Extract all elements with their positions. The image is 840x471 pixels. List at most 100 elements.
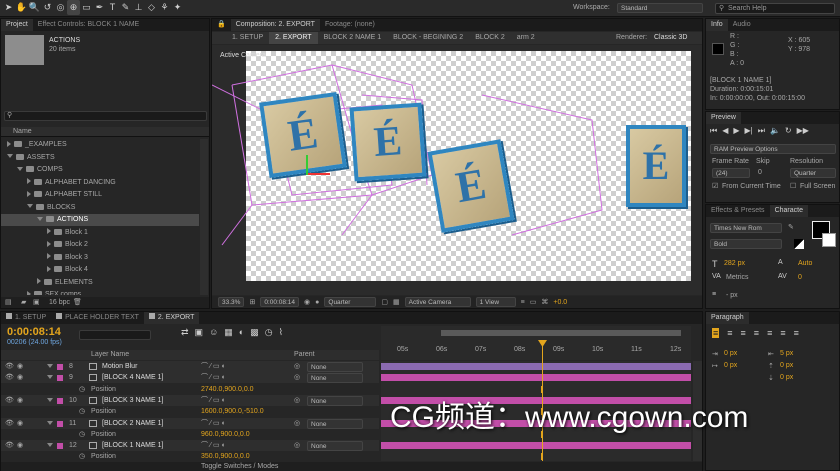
- project-item[interactable]: Block 3: [1, 252, 199, 264]
- tab-2-export[interactable]: 2. EXPORT: [143, 312, 200, 324]
- parent-select[interactable]: None: [307, 362, 363, 372]
- parent-select[interactable]: None: [307, 441, 363, 452]
- layer-name[interactable]: Motion Blur: [102, 361, 137, 372]
- breadcrumb-item[interactable]: BLOCK - BEGINING 2: [387, 32, 469, 44]
- audio-toggle-icon[interactable]: ◉: [17, 372, 23, 383]
- expand-closed-icon[interactable]: [27, 178, 31, 185]
- resolution-select[interactable]: Quarter: [790, 168, 836, 178]
- project-item[interactable]: BLOCKS: [1, 202, 199, 214]
- full-screen-checkbox[interactable]: ☐: [790, 182, 796, 190]
- layer-duration-bar[interactable]: [381, 374, 691, 382]
- project-item[interactable]: ALPHABET STILL: [1, 189, 199, 201]
- label-color-box[interactable]: [57, 375, 63, 382]
- layer-switches[interactable]: ⌒ ⁄ ▭ ◐: [201, 361, 226, 372]
- expand-closed-icon[interactable]: [47, 253, 51, 260]
- stroke-color-swatch[interactable]: [822, 233, 836, 247]
- timeline-search-input[interactable]: [79, 330, 151, 340]
- first-frame-icon[interactable]: ⏮: [710, 126, 717, 136]
- pan-behind-tool-icon[interactable]: ⊕: [67, 0, 80, 15]
- tab-footage[interactable]: Footage: (none): [320, 19, 380, 31]
- lock-icon[interactable]: 🔒: [212, 19, 231, 31]
- parent-icon[interactable]: ◎: [294, 372, 300, 383]
- work-area-bar[interactable]: [441, 330, 681, 336]
- project-item[interactable]: ACTIONS: [1, 214, 199, 226]
- pen-tool-icon[interactable]: ✒: [93, 0, 106, 15]
- resolution-select[interactable]: Quarter: [324, 297, 377, 307]
- tab-project[interactable]: Project: [1, 19, 33, 31]
- block-cube-4[interactable]: É: [626, 125, 686, 207]
- project-item[interactable]: SFX comps: [1, 289, 199, 295]
- block-cube-3[interactable]: É: [427, 139, 515, 233]
- font-family-select[interactable]: Times New Rom: [710, 223, 782, 233]
- indent-first-value[interactable]: 0 px: [724, 362, 737, 369]
- comp-viewer[interactable]: Active Camera É É É É: [212, 45, 702, 295]
- motion-blur-icon[interactable]: ◐: [239, 327, 244, 338]
- layer-switches[interactable]: ⌒ ⁄ ▭ ◐: [201, 395, 226, 406]
- exposure-value[interactable]: +0.0: [553, 299, 567, 306]
- project-item[interactable]: ELEMENTS: [1, 277, 199, 289]
- draft-3d-icon[interactable]: ▣: [195, 327, 204, 338]
- project-search-input[interactable]: ⚲: [4, 111, 207, 121]
- project-item[interactable]: _EXAMPLES: [1, 139, 199, 151]
- snapshot-icon[interactable]: ◉: [304, 298, 310, 306]
- audio-toggle-icon[interactable]: ◉: [17, 418, 23, 429]
- layer-name[interactable]: [BLOCK 2 NAME 1]: [102, 418, 163, 429]
- property-value[interactable]: 1600.0,900.0,-510.0: [201, 406, 264, 417]
- stopwatch-icon[interactable]: ◷: [79, 429, 85, 440]
- expand-closed-icon[interactable]: [7, 140, 11, 147]
- current-time-display[interactable]: 0:00:08:14: [260, 297, 300, 307]
- expand-open-icon[interactable]: [7, 154, 13, 159]
- from-current-checkbox[interactable]: ☑: [712, 182, 718, 190]
- expand-closed-icon[interactable]: [27, 290, 31, 295]
- layer-switches[interactable]: ⌒ ⁄ ▭ ◐: [201, 372, 226, 383]
- zoom-select[interactable]: 33.3%: [218, 297, 245, 307]
- selection-tool-icon[interactable]: ➤: [2, 0, 15, 15]
- audio-icon[interactable]: 🔈: [770, 126, 780, 136]
- toggle-switches-modes[interactable]: Toggle Switches / Modes: [201, 462, 278, 471]
- new-comp-icon[interactable]: ▣: [33, 297, 40, 308]
- property-row[interactable]: ◷ Position 1600.0,900.0,-510.0: [1, 406, 379, 417]
- expand-closed-icon[interactable]: [47, 228, 51, 235]
- parent-select[interactable]: None: [307, 418, 363, 429]
- space-before-value[interactable]: 0 px: [780, 362, 793, 369]
- clone-tool-icon[interactable]: ⊥: [132, 0, 145, 15]
- tab-effects-presets[interactable]: Effects & Presets: [706, 205, 770, 217]
- parent-icon[interactable]: ◎: [294, 440, 300, 451]
- views-select[interactable]: 1 View: [475, 297, 516, 307]
- align-center-icon[interactable]: ≡: [727, 328, 732, 338]
- last-frame-icon[interactable]: ⏭: [758, 126, 765, 136]
- puppet-tool-icon[interactable]: ✦: [171, 0, 184, 15]
- tab-paragraph[interactable]: Paragraph: [706, 312, 749, 324]
- layer-switches[interactable]: ⌒ ⁄ ▭ ◐: [201, 440, 226, 451]
- parent-icon[interactable]: ◎: [294, 361, 300, 372]
- expand-open-icon[interactable]: [27, 204, 33, 209]
- tab-placeholder-text[interactable]: PLACE HOLDER TEXT: [51, 312, 144, 324]
- parent-select[interactable]: None: [307, 395, 363, 406]
- audio-toggle-icon[interactable]: ◉: [17, 361, 23, 372]
- breadcrumb-item[interactable]: arm 2: [511, 32, 541, 44]
- justify-left-icon[interactable]: ≡: [754, 328, 759, 338]
- justify-right-icon[interactable]: ≡: [780, 328, 785, 338]
- property-value[interactable]: 2740.0,900.0,0.0: [201, 384, 254, 395]
- hand-tool-icon[interactable]: ✋: [15, 0, 28, 15]
- color-channel-icon[interactable]: ●: [315, 299, 319, 306]
- leading-value[interactable]: Auto: [798, 260, 812, 267]
- visibility-icon[interactable]: 👁: [5, 440, 14, 451]
- property-row[interactable]: ◷ Position 960.0,900.0,0.0: [1, 429, 379, 440]
- shy-icon[interactable]: ☺: [209, 327, 218, 338]
- project-item[interactable]: ALPHABET DANCING: [1, 177, 199, 189]
- stopwatch-icon[interactable]: ◷: [79, 406, 85, 417]
- comp-mini-flowchart-icon[interactable]: ⇄: [181, 327, 189, 338]
- property-row[interactable]: ◷ Position 350.0,900.0,0.0: [1, 451, 379, 462]
- loop-icon[interactable]: ↻: [785, 126, 792, 136]
- tab-info[interactable]: Info: [706, 19, 728, 31]
- tab-1-setup[interactable]: 1. SETUP: [1, 312, 51, 324]
- font-style-select[interactable]: Bold: [710, 239, 782, 249]
- layer-row[interactable]: 👁 ◉ 11 [BLOCK 2 NAME 1] ⌒ ⁄ ▭ ◐ ◎ None: [1, 417, 379, 429]
- breadcrumb-item[interactable]: 1. SETUP: [226, 32, 269, 44]
- flowchart-icon[interactable]: ⌘: [541, 298, 548, 306]
- property-value[interactable]: 350.0,900.0,0.0: [201, 451, 250, 462]
- frame-rate-select[interactable]: (24): [712, 168, 750, 178]
- stopwatch-icon[interactable]: ◷: [79, 384, 85, 395]
- tracking-value[interactable]: 0: [798, 274, 802, 281]
